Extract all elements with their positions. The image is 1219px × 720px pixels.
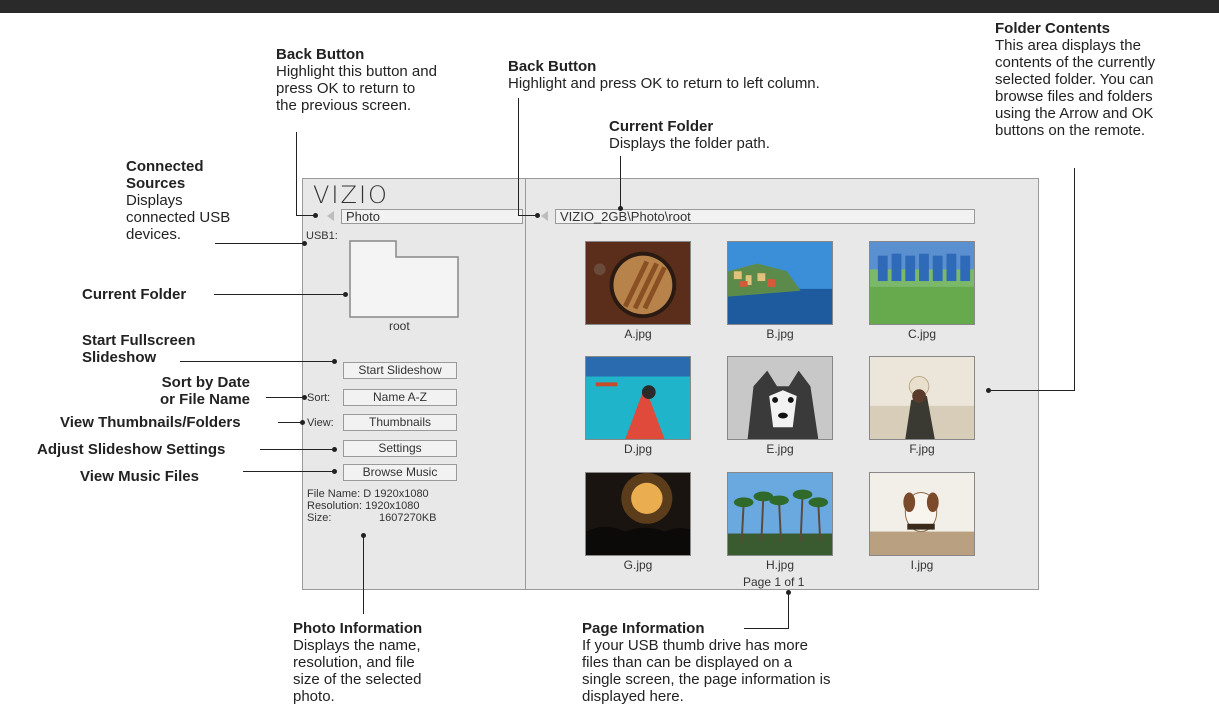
annotation-folder-contents-line: browse files and folders	[995, 88, 1153, 105]
usb-source-label[interactable]: USB1:	[306, 230, 338, 242]
annotation-back-left-line: the previous screen.	[276, 97, 412, 114]
thumbnail-e[interactable]	[727, 356, 833, 440]
annotation-view: View Thumbnails/Folders	[60, 414, 241, 431]
annotation-photo-information-line: photo.	[293, 688, 335, 705]
annotation-page-information-title: Page Information	[582, 620, 705, 637]
annotation-music: View Music Files	[80, 468, 199, 485]
annotation-folder-contents: Folder Contents This area displays the c…	[995, 20, 1155, 139]
thumbnail-caption-b: B.jpg	[766, 327, 794, 341]
annotation-photo-information-title: Photo Information	[293, 620, 423, 637]
annotation-start-fullscreen: Start Fullscreen Slideshow	[82, 332, 195, 366]
folder-name: root	[389, 319, 410, 333]
thumbnail-caption-g: G.jpg	[623, 558, 653, 572]
annotation-folder-contents-line: selected folder. You can	[995, 71, 1154, 88]
annotation-back-right-text: Highlight and press OK to return to left…	[508, 75, 820, 92]
annotation-page-information-line: single screen, the page information is	[582, 671, 831, 688]
thumbnail-f[interactable]	[869, 356, 975, 440]
annotation-folder-contents-line: This area displays the	[995, 37, 1141, 54]
annotation-folder-contents-line: contents of the currently	[995, 54, 1156, 71]
page-info: Page 1 of 1	[743, 575, 805, 589]
annotation-folder-contents-title: Folder Contents	[995, 20, 1110, 37]
annotation-settings: Adjust Slideshow Settings	[37, 441, 226, 458]
photo-resolution: Resolution: 1920x1080	[307, 500, 420, 512]
annotation-connected-sources-line: Displays	[126, 192, 183, 209]
thumbnail-c[interactable]	[869, 241, 975, 325]
folder-path-bar[interactable]: VIZIO_2GB\Photo\root	[555, 209, 975, 224]
thumbnail-caption-d: D.jpg	[623, 442, 652, 456]
annotation-page-information-line: displayed here.	[582, 688, 684, 705]
thumbnail-i[interactable]	[869, 472, 975, 556]
annotation-connected-sources-line: connected USB	[126, 209, 231, 226]
annotation-page-information-line: files than can be displayed on a	[582, 654, 793, 671]
left-back-button[interactable]: Photo	[341, 209, 523, 224]
tv-photo-viewer: VIZIO Photo VIZIO_2GB\Photo\root USB1: r…	[302, 178, 1039, 590]
column-divider	[525, 179, 526, 589]
annotation-folder-contents-line: buttons on the remote.	[995, 122, 1146, 139]
annotation-back-left-title: Back Button	[276, 46, 365, 63]
photo-size-value: 1607270KB	[379, 512, 437, 524]
sort-label: Sort:	[307, 392, 331, 404]
annotation-folder-contents-line: using the Arrow and OK	[995, 105, 1154, 122]
thumbnail-caption-f: F.jpg	[909, 442, 935, 456]
annotation-current-folder: Current Folder	[82, 286, 187, 303]
annotation-current-folder-path-title: Current Folder	[609, 118, 714, 135]
thumbnail-caption-a: A.jpg	[624, 327, 652, 341]
annotation-photo-information-line: size of the selected	[293, 671, 422, 688]
annotation-start-fullscreen-line: Start Fullscreen	[82, 332, 196, 349]
annotation-sort-line: or File Name	[160, 391, 251, 408]
view-button[interactable]: Thumbnails	[343, 414, 457, 431]
top-bar	[0, 0, 1219, 13]
annotation-connected-sources-title: Connected	[126, 158, 204, 175]
photo-size-label: Size:	[307, 512, 332, 524]
annotation-photo-information: Photo Information Displays the name, res…	[293, 620, 422, 705]
annotation-current-folder-path: Current Folder Displays the folder path.	[609, 118, 770, 152]
annotation-start-fullscreen-line: Slideshow	[82, 349, 157, 366]
annotation-photo-information-line: resolution, and file	[293, 654, 415, 671]
annotation-sort-line: Sort by Date	[161, 374, 251, 391]
photo-file-name: File Name: D 1920x1080	[307, 488, 429, 500]
view-label: View:	[307, 417, 334, 429]
start-slideshow-button[interactable]: Start Slideshow	[343, 362, 457, 379]
thumbnail-caption-i: I.jpg	[910, 558, 934, 572]
annotation-connected-sources: Connected Sources Displays connected USB…	[126, 158, 230, 243]
right-back-arrow-icon[interactable]	[541, 211, 548, 221]
annotation-page-information: Page Information If your USB thumb drive…	[582, 620, 830, 705]
thumbnail-h[interactable]	[727, 472, 833, 556]
annotation-sort: Sort by Date or File Name	[160, 374, 250, 408]
annotation-back-right: Back Button Highlight and press OK to re…	[508, 58, 820, 92]
annotation-connected-sources-title: Sources	[126, 175, 186, 192]
annotation-current-folder-path-text: Displays the folder path.	[609, 135, 770, 152]
thumbnail-d[interactable]	[585, 356, 691, 440]
vizio-logo: VIZIO	[313, 181, 389, 209]
annotation-photo-information-line: Displays the name,	[293, 637, 421, 654]
annotation-connected-sources-line: devices.	[126, 226, 182, 243]
folder-icon[interactable]	[348, 239, 460, 319]
annotation-back-left-line: press OK to return to	[276, 80, 416, 97]
settings-button[interactable]: Settings	[343, 440, 457, 457]
thumbnail-b[interactable]	[727, 241, 833, 325]
thumbnail-caption-h: H.jpg	[765, 558, 794, 572]
annotation-page-information-line: If your USB thumb drive has more	[582, 637, 808, 654]
annotation-back-right-title: Back Button	[508, 58, 597, 75]
back-arrow-icon[interactable]	[327, 211, 334, 221]
browse-music-button[interactable]: Browse Music	[343, 464, 457, 481]
thumbnail-a[interactable]	[585, 241, 691, 325]
sort-button[interactable]: Name A-Z	[343, 389, 457, 406]
thumbnail-g[interactable]	[585, 472, 691, 556]
thumbnail-caption-e: E.jpg	[766, 442, 794, 456]
thumbnail-caption-c: C.jpg	[907, 327, 936, 341]
annotation-back-left: Back Button Highlight this button and pr…	[276, 46, 437, 114]
annotation-back-left-line: Highlight this button and	[276, 63, 437, 80]
